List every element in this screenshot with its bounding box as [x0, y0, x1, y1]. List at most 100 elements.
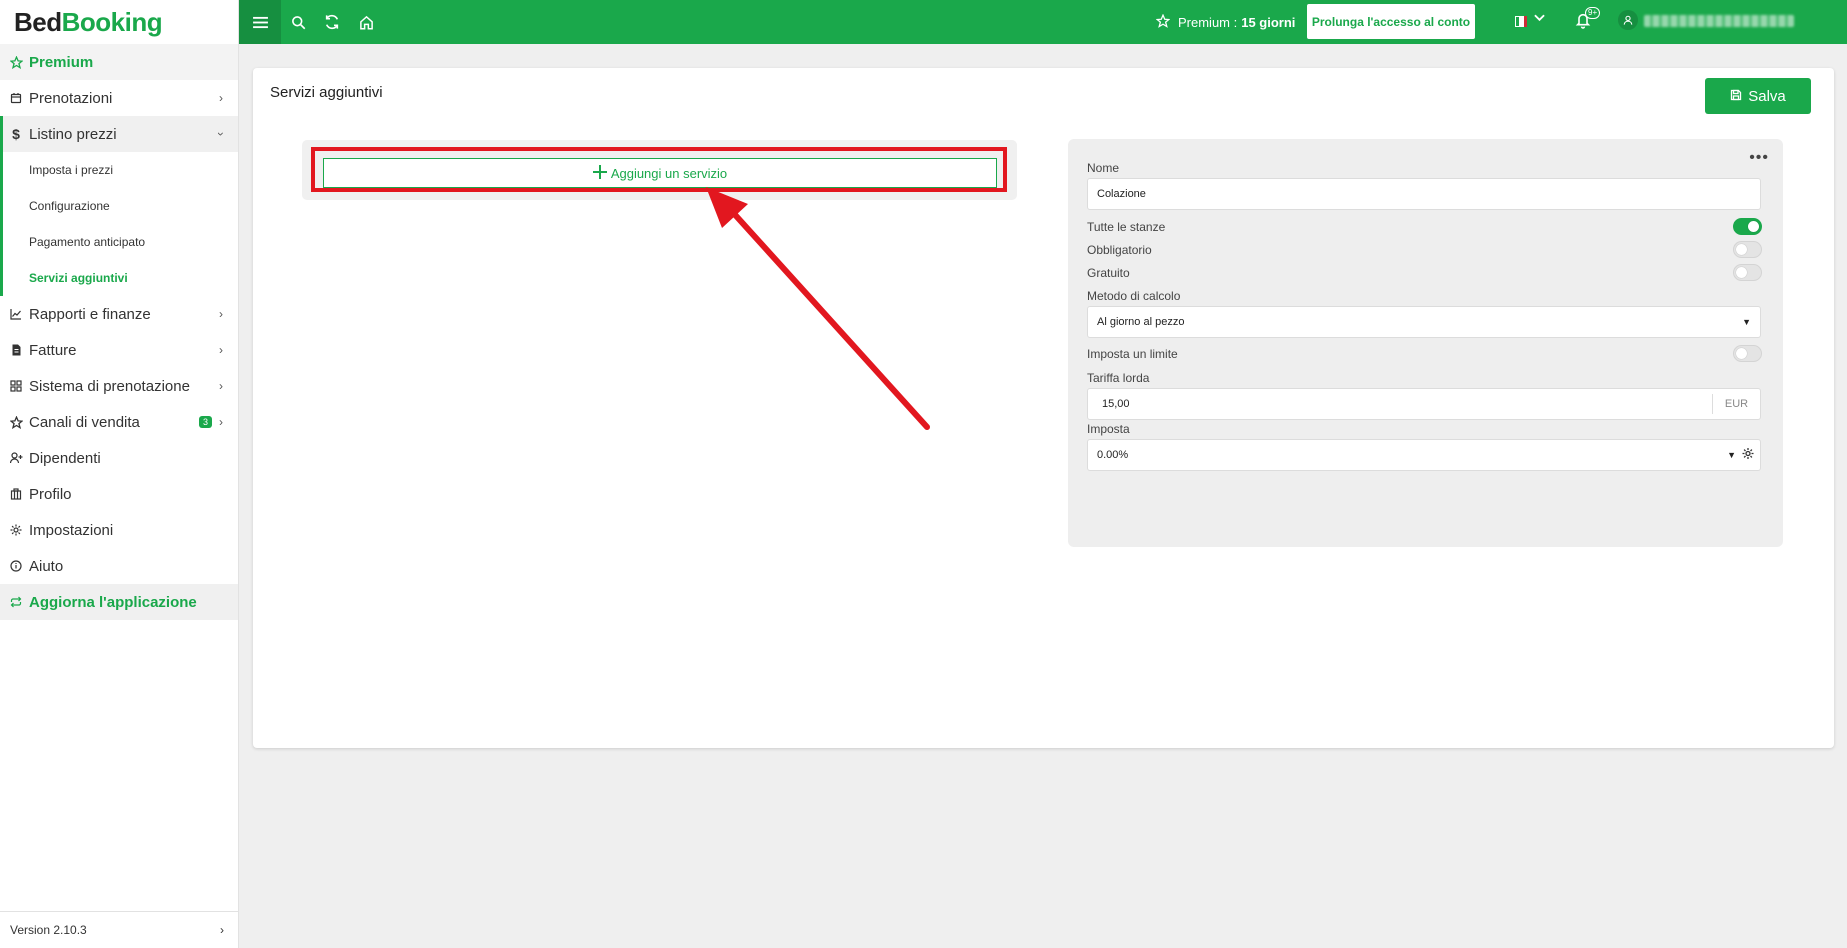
sidebar-item-label: Dipendenti: [29, 449, 101, 467]
premium-label: Premium :: [1178, 14, 1238, 30]
italy-flag-icon[interactable]: [1515, 16, 1527, 27]
sidebar-item-aiuto[interactable]: Aiuto: [0, 548, 238, 584]
user-plus-icon: [9, 451, 23, 465]
name-input[interactable]: Colazione: [1087, 178, 1761, 210]
star-icon: [1155, 13, 1171, 31]
logo-text-bed: Bed: [14, 6, 62, 37]
logo-text-booking: Booking: [61, 6, 163, 37]
topbar: Premium : 15 giorni Prolunga l'accesso a…: [239, 0, 1847, 44]
sidebar-subitem-imposta-prezzi[interactable]: Imposta i prezzi: [0, 152, 238, 188]
app-logo[interactable]: Bed Booking: [0, 0, 238, 44]
mandatory-label: Obbligatorio: [1087, 243, 1152, 257]
all-rooms-toggle[interactable]: [1733, 218, 1762, 235]
user-icon[interactable]: [1618, 10, 1638, 30]
caret-down-icon: ▼: [1727, 450, 1736, 460]
main-card: Servizi aggiuntivi Salva Aggiungi un ser…: [253, 68, 1834, 748]
sidebar-item-profilo[interactable]: Profilo: [0, 476, 238, 512]
sidebar-subitem-configurazione[interactable]: Configurazione: [0, 188, 238, 224]
sidebar-subitem-pagamento-anticipato[interactable]: Pagamento anticipato: [0, 224, 238, 260]
calc-method-select[interactable]: Al giorno al pezzo ▼: [1087, 306, 1761, 338]
home-icon[interactable]: [349, 0, 383, 44]
sidebar-item-label: Impostazioni: [29, 521, 114, 539]
limit-toggle[interactable]: [1733, 345, 1762, 362]
chevron-right-icon: ›: [219, 343, 223, 357]
sidebar-item-label: Premium: [29, 53, 94, 71]
notification-badge: 9+: [1585, 7, 1601, 19]
user-name-blurred[interactable]: [1644, 15, 1794, 27]
invoice-icon: [9, 343, 23, 357]
sidebar-item-label: Sistema di prenotazione: [29, 377, 190, 395]
sidebar-item-label: Canali di vendita: [29, 413, 140, 431]
chevron-right-icon: ›: [220, 923, 224, 937]
info-icon: [9, 559, 23, 573]
sidebar-item-label: Prenotazioni: [29, 89, 113, 107]
sidebar-item-impostazioni[interactable]: Impostazioni: [0, 512, 238, 548]
free-toggle[interactable]: [1733, 264, 1762, 281]
all-rooms-label: Tutte le stanze: [1087, 220, 1166, 234]
rate-label: Tariffa lorda: [1087, 371, 1150, 385]
chevron-down-icon[interactable]: [1534, 13, 1545, 25]
currency-unit: EUR: [1712, 394, 1760, 414]
calc-method-label: Metodo di calcolo: [1087, 289, 1181, 303]
save-button-label: Salva: [1748, 87, 1786, 105]
star-icon: [9, 55, 23, 69]
search-icon[interactable]: [281, 0, 315, 44]
dollar-icon: $: [12, 126, 20, 142]
sidebar-item-label: Rapporti e finanze: [29, 305, 151, 323]
sidebar-item-listino-prezzi[interactable]: $ Listino prezzi ›: [0, 116, 238, 152]
star-icon: [9, 415, 23, 429]
sidebar-item-sistema-prenotazione[interactable]: Sistema di prenotazione ›: [0, 368, 238, 404]
sidebar-item-canali-vendita[interactable]: Canali di vendita 3 ›: [0, 404, 238, 440]
add-service-label: Aggiungi un servizio: [610, 165, 728, 181]
sidebar-item-fatture[interactable]: Fatture ›: [0, 332, 238, 368]
sidebar-item-prenotazioni[interactable]: Prenotazioni ›: [0, 80, 238, 116]
caret-down-icon: ▼: [1742, 317, 1751, 327]
sidebar-item-label: Aggiorna l'applicazione: [29, 593, 197, 611]
refresh-icon: [9, 595, 23, 609]
add-service-button[interactable]: Aggiungi un servizio: [323, 158, 997, 188]
more-options-icon[interactable]: •••: [1749, 149, 1769, 167]
page-title: Servizi aggiuntivi: [270, 84, 383, 101]
calendar-icon: [9, 91, 23, 105]
version-label: Version 2.10.3: [10, 923, 87, 937]
premium-days: 15 giorni: [1241, 14, 1296, 30]
sidebar-item-dipendenti[interactable]: Dipendenti: [0, 440, 238, 476]
limit-label: Imposta un limite: [1087, 347, 1178, 361]
sidebar-item-label: Fatture: [29, 341, 77, 359]
chevron-right-icon: ›: [219, 307, 223, 321]
count-badge: 3: [198, 416, 212, 428]
free-label: Gratuito: [1087, 266, 1130, 280]
premium-status[interactable]: Premium : 15 giorni: [1155, 0, 1296, 44]
sidebar-item-rapporti[interactable]: Rapporti e finanze ›: [0, 296, 238, 332]
chevron-right-icon: ›: [219, 379, 223, 393]
name-value: Colazione: [1097, 188, 1146, 200]
tax-select[interactable]: 0.00% ▼: [1087, 439, 1761, 471]
extend-access-button[interactable]: Prolunga l'accesso al conto: [1307, 4, 1475, 39]
refresh-icon[interactable]: [315, 0, 349, 44]
calc-method-value: Al giorno al pezzo: [1097, 316, 1185, 328]
plus-icon: [592, 164, 607, 182]
building-icon: [9, 487, 23, 501]
service-detail-panel: ••• Nome Colazione Tutte le stanze Obbli…: [1068, 139, 1783, 547]
chevron-right-icon: ›: [219, 415, 223, 429]
floppy-icon: [1730, 88, 1742, 105]
sidebar-item-label: Aiuto: [29, 557, 64, 575]
save-button[interactable]: Salva: [1705, 78, 1811, 114]
chevron-down-icon: ›: [214, 132, 228, 136]
sidebar-item-label: Listino prezzi: [29, 125, 117, 143]
gear-icon[interactable]: [1742, 448, 1754, 463]
gear-icon: [9, 523, 23, 537]
version-footer[interactable]: Version 2.10.3 ›: [0, 911, 239, 948]
chevron-right-icon: ›: [219, 91, 223, 105]
sidebar-subitem-servizi-aggiuntivi[interactable]: Servizi aggiuntivi: [0, 260, 238, 296]
sidebar-item-premium[interactable]: Premium: [0, 44, 238, 80]
rate-input[interactable]: 15,00 EUR: [1087, 388, 1761, 420]
sidebar-item-label: Profilo: [29, 485, 72, 503]
sidebar-item-aggiorna[interactable]: Aggiorna l'applicazione: [0, 584, 238, 620]
sidebar: Bed Booking Premium Prenotazioni › $ List…: [0, 0, 239, 948]
tax-label: Imposta: [1087, 422, 1130, 436]
mandatory-toggle[interactable]: [1733, 241, 1762, 258]
rate-value: 15,00: [1102, 398, 1130, 410]
menu-icon[interactable]: [239, 0, 281, 44]
tax-value: 0.00%: [1097, 449, 1129, 461]
